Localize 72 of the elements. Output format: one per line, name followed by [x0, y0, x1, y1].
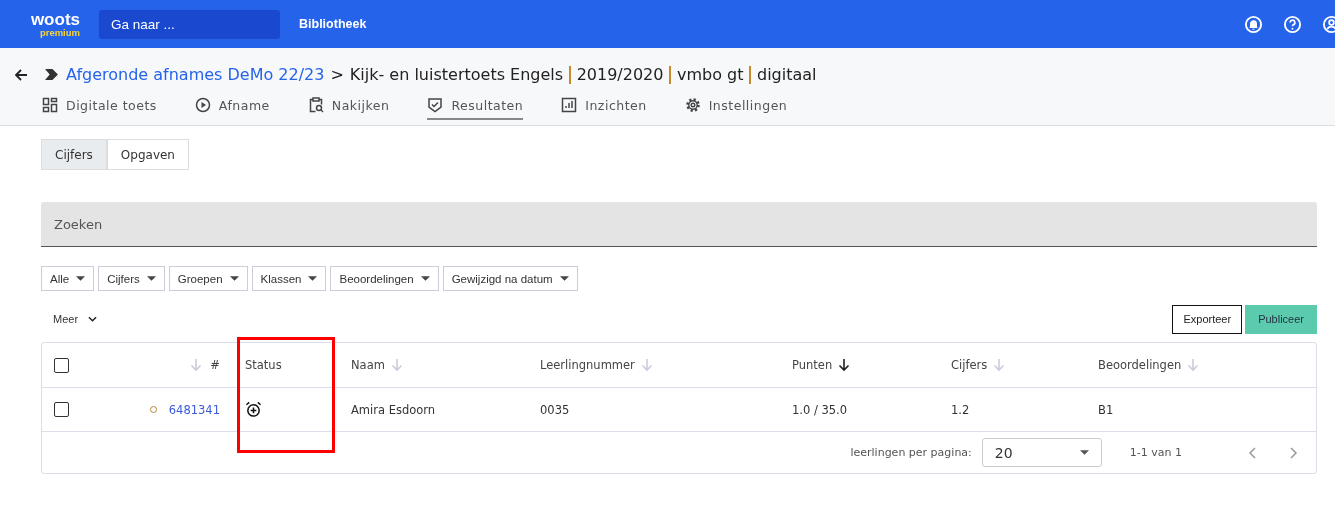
- table-cell: 0035: [540, 402, 570, 417]
- nav-link[interactable]: Bibliotheek: [299, 17, 367, 31]
- tab[interactable]: Digitale toets: [42, 92, 157, 120]
- page-title: Kijk- en luistertoets Engels: [349, 65, 564, 84]
- tab[interactable]: Inzichten: [561, 92, 647, 120]
- play-icon: [194, 97, 211, 113]
- column-header: Leerlingnummer: [540, 358, 635, 372]
- checkbox[interactable]: [54, 357, 69, 373]
- separator-bar: [749, 65, 751, 84]
- shield-icon: [427, 97, 444, 113]
- chevron-down-icon: [88, 316, 98, 322]
- column-header: Status: [245, 358, 282, 372]
- filter-dropdown[interactable]: Klassen: [251, 266, 327, 291]
- caret-icon: [76, 275, 86, 282]
- separator-bar: [569, 65, 571, 84]
- gear-icon: [684, 97, 701, 113]
- separator-bar: [669, 65, 671, 84]
- view-toggle[interactable]: Opgaven: [106, 139, 189, 170]
- filter-dropdown[interactable]: Gewijzigd na datum: [442, 266, 578, 291]
- submission-link[interactable]: 6481341: [168, 402, 220, 417]
- chart-icon: [561, 97, 578, 113]
- sort-arrow-icon[interactable]: [838, 358, 851, 372]
- next-page-icon[interactable]: [1288, 446, 1298, 459]
- rows-per-page-label: leerlingen per pagina:: [850, 446, 972, 459]
- page-title-part: vmbo gt: [676, 65, 744, 84]
- caret-icon: [420, 275, 430, 282]
- back-arrow-icon[interactable]: [13, 66, 29, 83]
- alarm-clock-plus-icon: [245, 401, 262, 418]
- caret-icon: [229, 275, 239, 282]
- page-title-part: 2019/2020: [576, 65, 664, 84]
- caret-icon: [559, 275, 569, 282]
- tab[interactable]: Instellingen: [684, 92, 788, 120]
- caret-icon: [1079, 449, 1089, 456]
- help-icon[interactable]: [1283, 14, 1302, 34]
- logo-subtitle: premium: [39, 27, 80, 38]
- caret-icon: [146, 275, 156, 282]
- column-header: Punten: [792, 358, 833, 372]
- column-header: Cijfers: [951, 358, 988, 372]
- table-cell: 1.2: [951, 402, 970, 417]
- caret-icon: [308, 275, 318, 282]
- export-button[interactable]: Exporteer: [1172, 304, 1243, 334]
- page-range: 1-1 van 1: [1129, 446, 1182, 459]
- search-field[interactable]: Ga naar ...: [99, 9, 280, 39]
- previous-page-icon[interactable]: [1248, 446, 1258, 459]
- table-cell: B1: [1098, 402, 1114, 417]
- view-toggle[interactable]: Cijfers: [41, 139, 107, 170]
- checkbox[interactable]: [54, 402, 69, 417]
- page-title-part: digitaal: [756, 65, 817, 84]
- column-header: #: [210, 358, 220, 372]
- tab[interactable]: Nakijken: [307, 92, 390, 120]
- rows-per-page-select[interactable]: 20: [981, 438, 1102, 467]
- breadcrumb-separator: >: [330, 65, 344, 84]
- filter-dropdown[interactable]: Alle: [41, 266, 95, 291]
- logo[interactable]: woots: [30, 10, 80, 28]
- search-field[interactable]: Zoeken: [41, 202, 1317, 247]
- chevron-icon: [45, 69, 58, 80]
- tab[interactable]: Resultaten: [427, 92, 524, 120]
- more-dropdown[interactable]: Meer: [41, 313, 98, 325]
- clipboard-icon: [307, 97, 324, 113]
- publish-button[interactable]: Publiceer: [1245, 304, 1317, 334]
- filter-dropdown[interactable]: Cijfers: [98, 266, 165, 291]
- column-header: Naam: [351, 358, 385, 372]
- filter-dropdown[interactable]: Groepen: [168, 266, 248, 291]
- bell-icon[interactable]: [1244, 14, 1263, 34]
- tab[interactable]: Afname: [194, 92, 270, 120]
- breadcrumb-link[interactable]: Afgeronde afnames DeMo 22/23: [66, 65, 325, 84]
- user-icon[interactable]: [1322, 14, 1335, 34]
- filter-dropdown[interactable]: Beoordelingen: [330, 266, 439, 291]
- table-cell: 1.0 / 35.0: [792, 402, 848, 417]
- column-header: Beoordelingen: [1098, 358, 1182, 372]
- table-cell: Amira Esdoorn: [351, 402, 436, 417]
- grid-icon: [42, 97, 58, 113]
